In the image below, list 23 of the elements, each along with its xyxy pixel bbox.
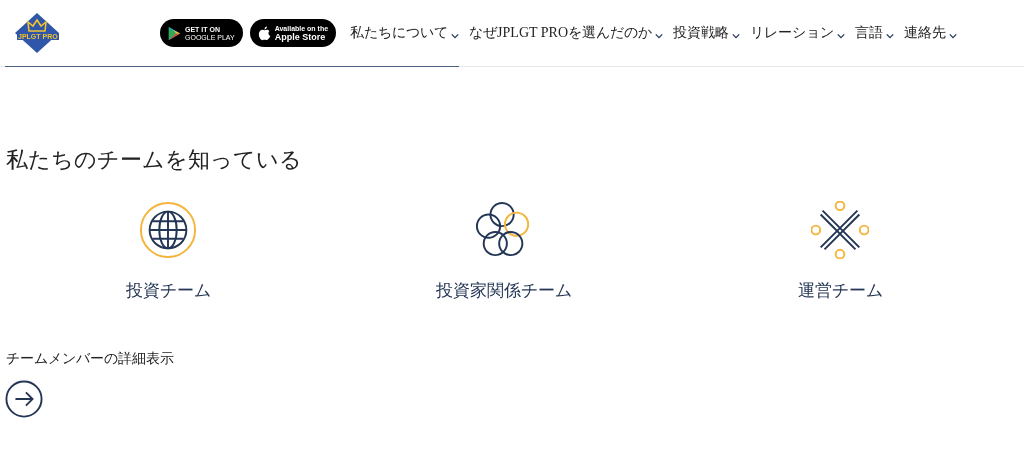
store-badge-name: Apple Store — [274, 32, 327, 42]
nav-menu-item[interactable]: 言語 — [855, 24, 895, 42]
section-heading: 私たちのチームを知っている — [6, 146, 303, 174]
chevron-down-icon — [732, 32, 741, 39]
team-label: 投資チーム — [125, 280, 211, 302]
nav-menu-item[interactable]: なぜJPLGT PROを選んだのか — [469, 24, 664, 42]
chevron-down-icon — [837, 32, 846, 39]
chevron-down-icon — [949, 32, 958, 39]
crossed-lines-icon — [811, 201, 869, 259]
team-label: 運営チーム — [797, 280, 883, 302]
chevron-down-icon — [886, 32, 895, 39]
nav-menu-item[interactable]: 私たちについて — [350, 24, 460, 42]
team-label: 投資家関係チーム — [436, 280, 572, 302]
apple-icon — [257, 25, 271, 41]
arrow-right-button[interactable] — [5, 380, 43, 418]
nav-menu-item[interactable]: 連絡先 — [904, 24, 958, 42]
chevron-down-icon — [451, 32, 460, 39]
globe-icon — [139, 201, 197, 259]
details-link-text: チームメンバーの詳細表示 — [6, 350, 174, 368]
chevron-down-icon — [655, 32, 664, 39]
nav-menu-item[interactable]: リレーション — [750, 24, 846, 42]
play-triangle-icon — [168, 25, 181, 41]
nav-menu-item[interactable]: 投資戦略 — [673, 24, 741, 42]
